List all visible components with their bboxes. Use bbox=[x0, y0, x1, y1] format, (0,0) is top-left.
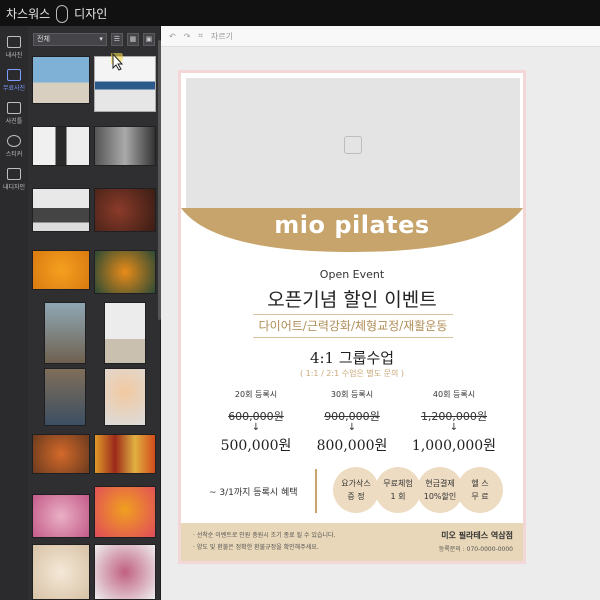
open-event-label: Open Event bbox=[319, 268, 385, 281]
sidebar-item-frames[interactable]: 사진틀 bbox=[0, 102, 28, 125]
undo-icon[interactable]: ↶ bbox=[169, 32, 176, 41]
filter-value: 전체 bbox=[37, 35, 50, 43]
headline: 오픈기념 할인 이벤트 bbox=[267, 289, 437, 311]
price-label: 40회 등록시 bbox=[432, 390, 476, 399]
benefit-line: 1 회 bbox=[390, 492, 406, 501]
price-label: 30회 등록시 bbox=[330, 390, 374, 399]
benefit-line: 무료체험 bbox=[383, 479, 413, 488]
image-placeholder-icon bbox=[344, 136, 362, 154]
photo-thumb-kettlebells[interactable] bbox=[32, 188, 90, 232]
title-bar: 차스워스 디자인 bbox=[0, 0, 600, 26]
price-30: 30회 등록시 900,000원 ↓ 800,000원 bbox=[297, 389, 407, 455]
poster-canvas[interactable]: mio pilates Open Event 오픈기념 할인 이벤트 다이어트/… bbox=[178, 70, 526, 564]
photo-thumb-gym[interactable] bbox=[94, 126, 156, 166]
sidebar-item-label: 무료사진 bbox=[2, 85, 26, 92]
benefit-circle: 무료체험 1 회 bbox=[375, 467, 421, 513]
footer-note: · 양도 및 환불은 정확한 환불규정을 확인해주세요. bbox=[193, 544, 319, 551]
footer-brand: 미오 필라테스 역삼점 bbox=[441, 531, 513, 540]
photo-thumb-child[interactable] bbox=[104, 368, 146, 426]
canvas-toolbar: ↶ ↷ ⌗ 자르기 bbox=[161, 26, 600, 47]
sidebar-item-free-photos[interactable]: 무료사진 bbox=[0, 69, 28, 92]
photo-thumb-family[interactable] bbox=[44, 302, 86, 364]
benefit-line: 무 료 bbox=[471, 492, 489, 501]
free-photo-icon bbox=[7, 69, 21, 81]
sidebar-item-label: 내디자인 bbox=[2, 184, 26, 191]
benefit-line: 증 정 bbox=[347, 492, 365, 501]
app-subtitle: 디자인 bbox=[74, 6, 108, 21]
chevron-down-icon: ▾ bbox=[99, 35, 103, 43]
price-new: 800,000원 bbox=[316, 438, 388, 454]
price-20: 20회 등록시 600,000원 ↓ 500,000원 bbox=[201, 389, 311, 455]
logo-icon bbox=[56, 5, 69, 23]
sidebar-item-label: 사진틀 bbox=[5, 118, 23, 125]
deadline-text: ~ 3/1까지 등록시 혜택 bbox=[209, 488, 298, 498]
photo-thumb-dessert[interactable] bbox=[94, 188, 156, 232]
sidebar-item-stickers[interactable]: 스티커 bbox=[0, 135, 28, 158]
categories: 다이어트/근력강화/체형교정/재활운동 bbox=[253, 314, 453, 338]
benefit-circle: 헬 스 무 료 bbox=[457, 467, 503, 513]
photo-thumb-drink-cup[interactable] bbox=[32, 544, 90, 600]
large-grid-icon[interactable]: ▣ bbox=[142, 32, 156, 46]
photo-thumb-selected[interactable] bbox=[94, 56, 156, 112]
photo-thumb-beach[interactable] bbox=[32, 56, 90, 104]
sidebar-item-my-photos[interactable]: 내사진 bbox=[0, 36, 28, 59]
group-note: ( 1:1 / 2:1 수업은 별도 문의 ) bbox=[299, 369, 404, 378]
photo-thumb-couple[interactable] bbox=[104, 302, 146, 364]
app-title: 차스워스 bbox=[6, 6, 51, 21]
benefit-line: 헬 스 bbox=[471, 479, 489, 488]
filter-select[interactable]: 전체 ▾ bbox=[33, 32, 107, 46]
sidebar-item-my-design[interactable]: 내디자인 bbox=[0, 168, 28, 191]
photo-thumb-macarons[interactable] bbox=[32, 494, 90, 538]
price-new: 1,000,000원 bbox=[411, 438, 497, 454]
photo-placeholder[interactable] bbox=[186, 78, 520, 208]
price-40: 40회 등록시 1,200,000원 ↓ 1,000,000원 bbox=[399, 389, 509, 455]
footer-phone: 등록문의 : 070-0000-0000 bbox=[438, 546, 513, 553]
left-sidebar: 내사진 무료사진 사진틀 스티커 내디자인 bbox=[0, 26, 28, 600]
arrow-down-icon: ↓ bbox=[347, 422, 357, 433]
photo-thumb-lake[interactable] bbox=[44, 368, 86, 426]
grid-view-icon[interactable]: ▦ bbox=[126, 32, 139, 46]
footer-note: · 선착순 이벤트로 인원 충원시 조기 종료 될 수 있습니다. bbox=[193, 532, 336, 539]
group-class: 4:1 그룹수업 bbox=[309, 349, 395, 367]
divider bbox=[315, 469, 317, 513]
photo-thumb-dessert-cup[interactable] bbox=[94, 544, 156, 600]
brand-name: mio pilates bbox=[274, 211, 430, 239]
photo-thumb-smoothie[interactable] bbox=[94, 486, 156, 538]
benefit-circle: 요가삭스 증 정 bbox=[333, 467, 379, 513]
crop-icon[interactable]: ⌗ bbox=[198, 31, 203, 41]
panel-toolbar: 전체 ▾ ☰ ▦ ▣ bbox=[28, 26, 160, 52]
list-view-icon[interactable]: ☰ bbox=[110, 32, 123, 46]
redo-icon[interactable]: ↷ bbox=[184, 32, 191, 41]
photo-thumb-runner[interactable] bbox=[32, 126, 90, 166]
arrow-down-icon: ↓ bbox=[251, 422, 261, 433]
frame-icon bbox=[7, 102, 21, 114]
poster-footer: · 선착순 이벤트로 인원 충원시 조기 종료 될 수 있습니다. · 양도 및… bbox=[181, 523, 523, 561]
arrow-down-icon: ↓ bbox=[449, 422, 459, 433]
photo-icon bbox=[7, 36, 21, 48]
edit-icon bbox=[7, 168, 21, 180]
crop-button[interactable]: 자르기 bbox=[211, 31, 233, 42]
sidebar-item-label: 스티커 bbox=[5, 151, 23, 158]
price-new: 500,000원 bbox=[220, 438, 292, 454]
photo-thumb-pizza[interactable] bbox=[32, 434, 90, 474]
photo-thumb-drinks[interactable] bbox=[94, 434, 156, 474]
photo-thumb-tangerines[interactable] bbox=[94, 250, 156, 294]
price-label: 20회 등록시 bbox=[234, 390, 278, 399]
benefit-line: 요가삭스 bbox=[341, 479, 371, 488]
sticker-icon bbox=[7, 135, 21, 147]
sidebar-item-label: 내사진 bbox=[5, 52, 23, 59]
photo-thumb-oranges[interactable] bbox=[32, 250, 90, 290]
cursor-icon bbox=[111, 53, 124, 71]
photo-panel: 전체 ▾ ☰ ▦ ▣ bbox=[28, 26, 160, 600]
